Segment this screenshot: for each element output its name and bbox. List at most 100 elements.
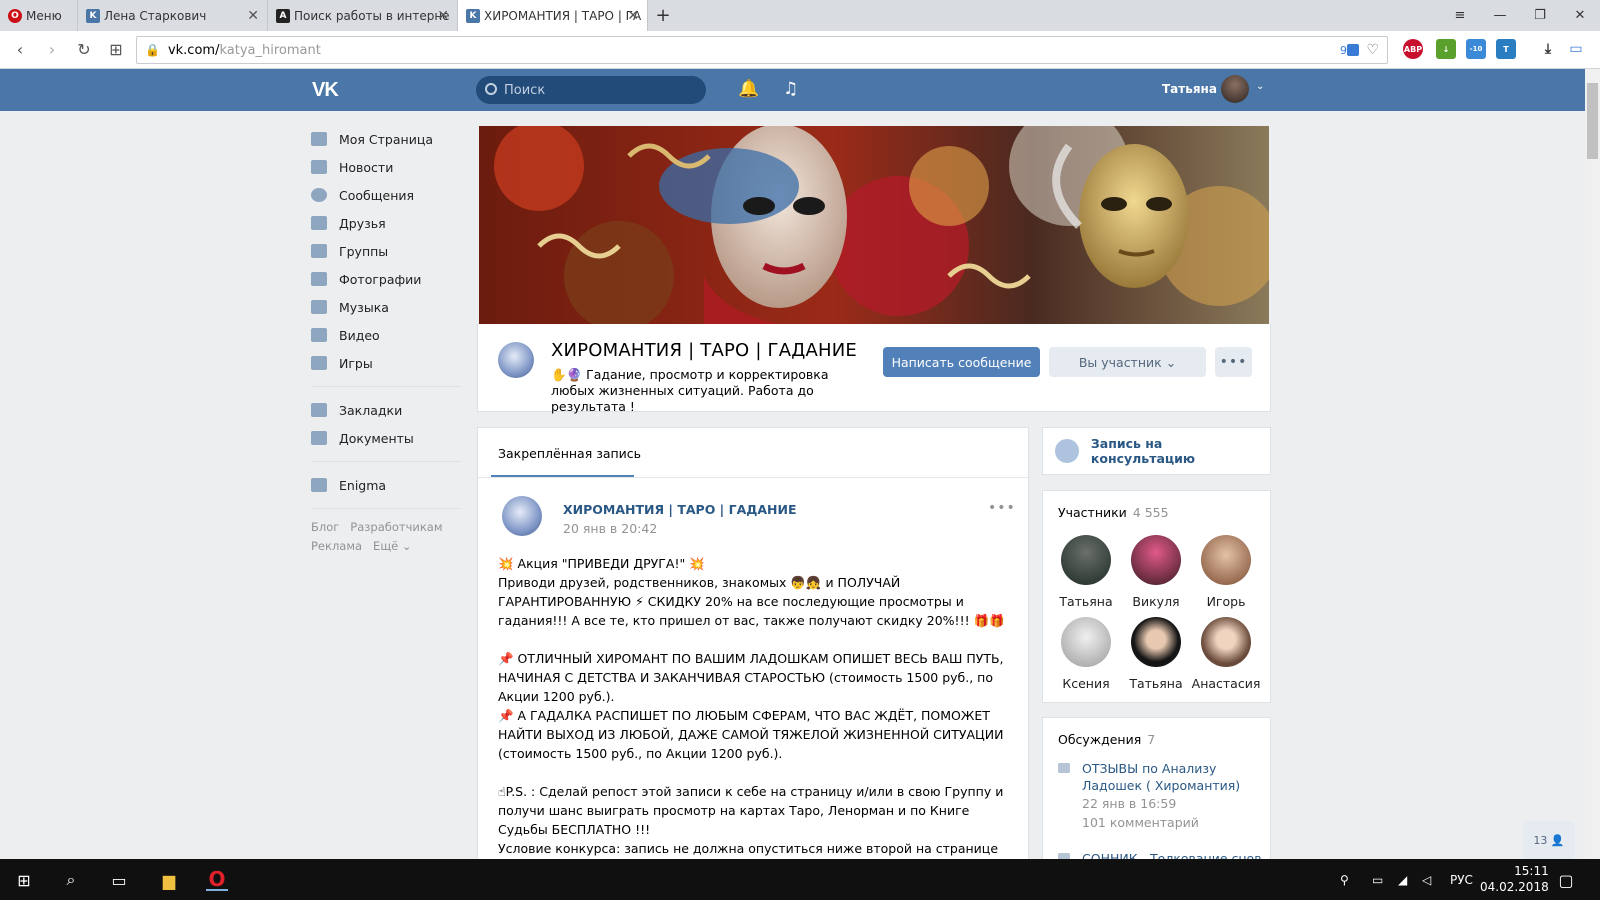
person-icon: 👤	[1550, 833, 1565, 847]
chevron-down-icon[interactable]: ⌄	[1256, 81, 1264, 92]
online-counter[interactable]: 13 👤	[1523, 821, 1575, 859]
tab-menu-icon[interactable]: ≡	[1440, 8, 1480, 23]
language-indicator[interactable]: РУС	[1450, 873, 1473, 887]
sidebar-item-photos[interactable]: Фотографии	[311, 265, 461, 293]
post-menu-icon[interactable]: •••	[988, 500, 1016, 516]
adblock-shield-icon[interactable]	[1347, 44, 1359, 56]
abp-extension-icon[interactable]: ABP	[1403, 39, 1423, 59]
group-icon	[311, 244, 327, 258]
bookmark-heart-icon[interactable]: ♡	[1366, 42, 1379, 58]
post-date[interactable]: 20 янв в 20:42	[563, 521, 657, 536]
more-actions-button[interactable]: •••	[1215, 347, 1252, 377]
discussions-heading[interactable]: Обсуждения 7	[1058, 732, 1155, 747]
document-icon	[311, 431, 327, 445]
member-item[interactable]: Викуля	[1121, 535, 1191, 609]
member-item[interactable]: Ксения	[1051, 617, 1121, 691]
task-view-icon[interactable]: ▭	[108, 869, 130, 891]
url-field[interactable]: 🔒 vk.com/katya_hiromant 9 ♡	[136, 36, 1388, 64]
battery-icon[interactable]: ▭	[1372, 873, 1383, 887]
link-more[interactable]: Ещё	[373, 539, 398, 553]
sidebar-divider	[311, 461, 461, 462]
music-note-icon[interactable]: ♫	[783, 79, 798, 99]
sidebar-item-friends[interactable]: Друзья	[311, 209, 461, 237]
post-author-avatar[interactable]	[502, 496, 542, 536]
download-extension-icon[interactable]: ↓	[1436, 39, 1456, 59]
secure-lock-icon: 🔒	[145, 43, 160, 57]
page-scrollbar[interactable]	[1585, 69, 1600, 859]
members-heading[interactable]: Участники 4 555	[1058, 505, 1169, 520]
tab-hiromant[interactable]: K ХИРОМАНТИЯ | ТАРО | ГА ✕	[458, 0, 648, 31]
sidebar-item-video[interactable]: Видео	[311, 321, 461, 349]
sidebar-divider	[311, 508, 461, 509]
discussions-block: Обсуждения 7 ОТЗЫВЫ по Анализу Ладошек ( …	[1042, 717, 1271, 867]
volume-icon[interactable]: ◁	[1422, 873, 1431, 887]
home-icon	[311, 132, 327, 146]
scrollbar-thumb[interactable]	[1587, 83, 1598, 159]
sidebar-item-groups[interactable]: Группы	[311, 237, 461, 265]
member-item[interactable]: Татьяна	[1121, 617, 1191, 691]
search-icon[interactable]: ⌕	[60, 869, 82, 891]
minimize-icon[interactable]: —	[1480, 8, 1520, 23]
tab-job-search[interactable]: A Поиск работы в интерне ✕	[268, 0, 458, 31]
translate-extension-icon[interactable]: T	[1496, 39, 1516, 59]
windows-start-icon[interactable]: ⊞	[13, 869, 35, 891]
avatar[interactable]	[1221, 75, 1249, 103]
wifi-icon[interactable]: ◢	[1398, 873, 1407, 887]
new-tab-button[interactable]: +	[648, 0, 678, 31]
news-icon	[311, 160, 327, 174]
member-status-button[interactable]: Вы участник ⌄	[1049, 347, 1206, 377]
bell-icon[interactable]: 🔔	[738, 79, 759, 99]
group-cover-image	[479, 126, 1269, 324]
person-icon	[311, 216, 327, 230]
user-name[interactable]: Татьяна	[1162, 82, 1217, 96]
search-input[interactable]: Поиск	[476, 76, 706, 104]
sidebar-item-documents[interactable]: Документы	[311, 424, 461, 452]
forward-icon[interactable]: ›	[36, 40, 68, 59]
group-avatar[interactable]	[498, 342, 534, 378]
sidebar-item-messages[interactable]: Сообщения	[311, 181, 461, 209]
notifications-icon[interactable]: ▢	[1555, 869, 1577, 891]
vk-logo[interactable]: VK	[312, 79, 339, 102]
speed-dial-icon[interactable]: ⊞	[100, 40, 132, 59]
people-icon[interactable]: ⚲	[1340, 873, 1349, 887]
close-window-icon[interactable]: ✕	[1560, 8, 1600, 23]
restore-icon[interactable]: ❐	[1520, 8, 1560, 23]
file-explorer-icon[interactable]: ▆	[158, 869, 180, 891]
consultation-link[interactable]: Запись на консультацию	[1042, 427, 1271, 475]
sidebar-item-my-page[interactable]: Моя Страница	[311, 125, 461, 153]
link-ads[interactable]: Реклама	[311, 539, 362, 553]
opera-taskbar-icon[interactable]: O	[206, 867, 228, 891]
discussion-item[interactable]: ОТЗЫВЫ по Анализу Ладошек ( Хиромантия) …	[1058, 760, 1268, 832]
sidebar-item-bookmarks[interactable]: Закладки	[311, 396, 461, 424]
tab-lena[interactable]: K Лена Старкович ✕	[78, 0, 268, 31]
opera-menu-button[interactable]: O Меню	[0, 0, 78, 31]
group-header: ХИРОМАНТИЯ | ТАРО | ГАДАНИЕ ✋🔮 Гадание, …	[477, 324, 1271, 414]
link-blog[interactable]: Блог	[311, 520, 339, 534]
system-clock[interactable]: 15:11 04.02.2018	[1480, 863, 1549, 895]
sidebar-item-games[interactable]: Игры	[311, 349, 461, 377]
close-tab-icon[interactable]: ✕	[437, 8, 449, 24]
tab-pinned-post[interactable]: Закреплённая запись	[498, 446, 641, 461]
close-tab-icon[interactable]: ✕	[247, 8, 259, 24]
avatar	[1201, 535, 1251, 585]
avatar	[1061, 617, 1111, 667]
sidebar-item-music[interactable]: Музыка	[311, 293, 461, 321]
carnival-masks-illustration	[479, 126, 1269, 324]
avatar	[1201, 617, 1251, 667]
counter-extension-icon[interactable]: -10	[1466, 39, 1486, 59]
a-favicon-icon: A	[276, 8, 290, 23]
send-message-button[interactable]: Написать сообщение	[883, 347, 1040, 377]
wall-divider	[478, 477, 1028, 478]
member-item[interactable]: Анастасия	[1191, 617, 1261, 691]
member-item[interactable]: Игорь	[1191, 535, 1261, 609]
post-author[interactable]: ХИРОМАНТИЯ | ТАРО | ГАДАНИЕ	[563, 502, 797, 517]
back-icon[interactable]: ‹	[4, 40, 36, 59]
downloads-icon[interactable]: ⤓	[1538, 39, 1558, 59]
sidebar-item-news[interactable]: Новости	[311, 153, 461, 181]
member-item[interactable]: Татьяна	[1051, 535, 1121, 609]
close-tab-icon[interactable]: ✕	[627, 8, 639, 24]
battery-saver-icon[interactable]: ▭	[1566, 39, 1586, 59]
sidebar-item-enigma[interactable]: Enigma	[311, 471, 461, 499]
link-developers[interactable]: Разработчикам	[350, 520, 442, 534]
reload-icon[interactable]: ↻	[68, 40, 100, 59]
